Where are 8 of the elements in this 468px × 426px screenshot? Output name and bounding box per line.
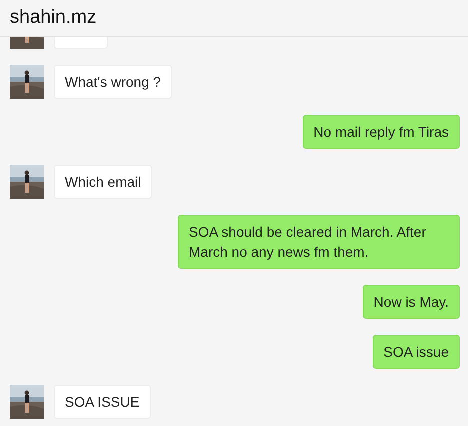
message-bubble: SOA ISSUE [54,385,151,419]
message-bubble: No mail reply fm Tiras [302,115,460,149]
message-bubble: SOA should be cleared in March. After March no any news fm them. [178,215,460,269]
message-bubble: SOA issue [372,335,460,369]
message-bubble: What's wrong ? [54,65,172,99]
chat-title: shahin.mz [10,7,97,29]
message-bubble: Now is May. [362,285,460,319]
message-bubble: Which email [54,165,152,199]
